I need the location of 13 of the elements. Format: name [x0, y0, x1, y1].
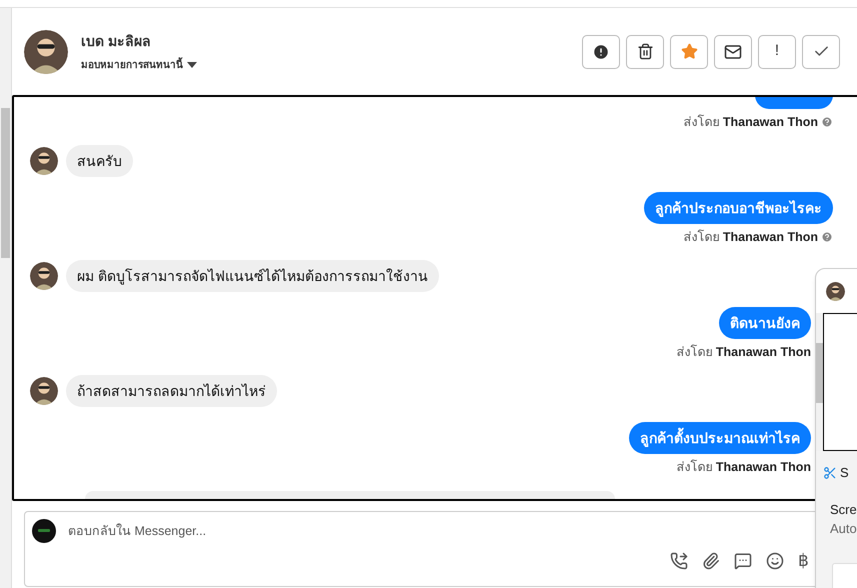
contact-name: เบด มะลิผล: [81, 32, 152, 50]
sender-line: ส่งโดย Thanawan Thon: [676, 458, 811, 476]
snip-label: S: [840, 464, 849, 482]
message-bubble: ลูกค้าตั้งบประมาณเท่าไรค: [629, 422, 811, 454]
baht-icon: ฿: [798, 552, 809, 570]
message-bubble: ถ้าสดสามารถลดมากได้เท่าไหร่: [66, 375, 277, 407]
message-bubble: สนครับ: [66, 145, 133, 177]
sender-line: ส่งโดย Thanawan Thon: [676, 344, 811, 361]
sender-line: ส่งโดย Thanawan Thon: [683, 228, 818, 246]
sender-line: ส่งโดย Thanawan Thon: [683, 114, 818, 131]
message-bubble: ติดนานยังค: [719, 307, 811, 339]
message-bubble: ลูกค้าประกอบอาชีพอะไรคะ: [644, 192, 833, 224]
message-bubble: ผม ติดบูโรสามารถจัดไฟแนนซ์ได้ไหมต้องการรถมาใช้งาน: [66, 260, 439, 292]
